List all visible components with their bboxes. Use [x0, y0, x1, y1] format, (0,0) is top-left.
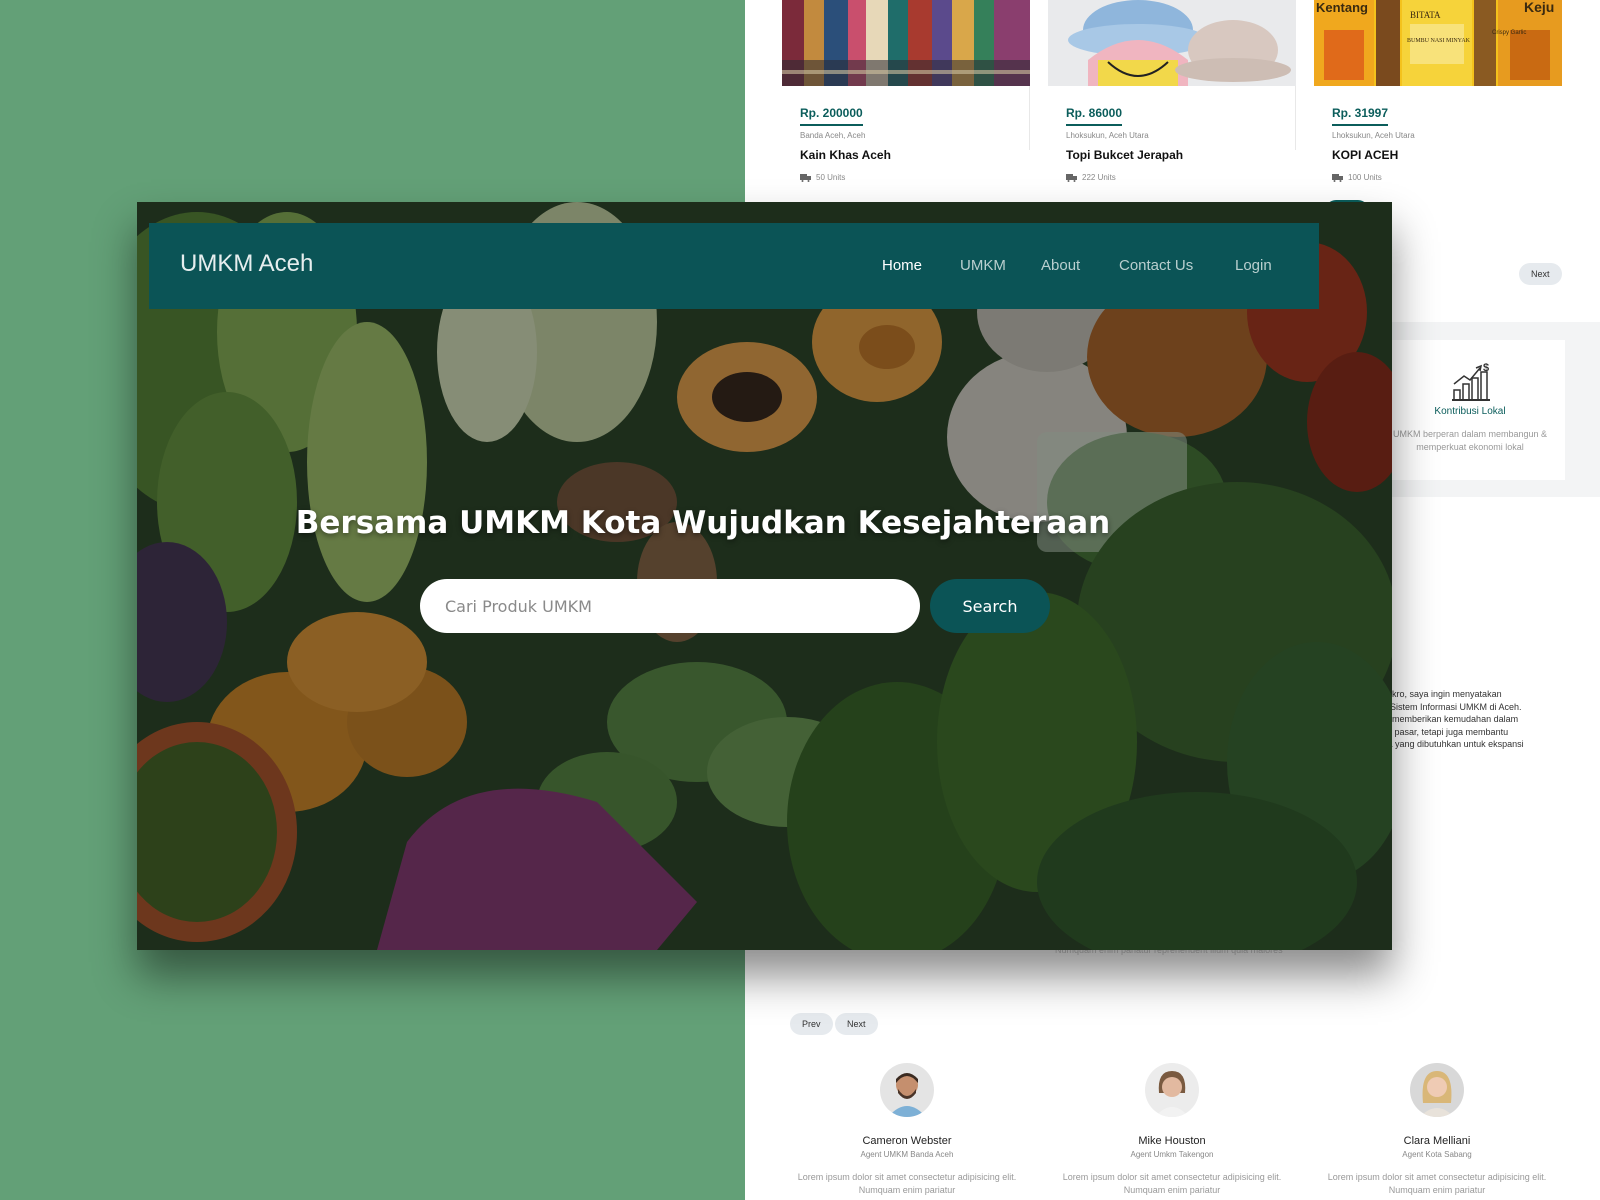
search-button[interactable]: Search	[930, 579, 1050, 633]
agent-role: Agent Kota Sabang	[1402, 1150, 1472, 1159]
agent-description: Lorem ipsum dolor sit amet consectetur a…	[797, 1172, 1017, 1195]
truck-icon	[800, 173, 811, 182]
testimonial-text: aha mikro, saya ingin menyatakan r atas …	[1365, 688, 1590, 751]
agent-description: Lorem ipsum dolor sit amet consectetur a…	[1062, 1172, 1282, 1195]
avatar	[1145, 1063, 1199, 1117]
svg-text:$: $	[1483, 362, 1489, 374]
nav-about[interactable]: About	[1041, 257, 1080, 274]
spice-label: BUMBU NASI MINYAK	[1407, 38, 1471, 44]
nav-login[interactable]: Login	[1235, 257, 1272, 274]
nav-home[interactable]: Home	[882, 257, 922, 274]
testimonial-line: ormasi pasar, tetapi juga membantu	[1365, 726, 1509, 737]
avatar	[880, 1063, 934, 1117]
agent-description: Lorem ipsum dolor sit amet consectetur a…	[1327, 1172, 1547, 1195]
agent-role: Agent UMKM Banda Aceh	[860, 1150, 954, 1159]
bitata-label: BITATA	[1410, 10, 1441, 20]
agent-name: Mike Houston	[1138, 1135, 1206, 1147]
brand-logo[interactable]: UMKM Aceh	[180, 250, 313, 278]
agent-name: Cameron Webster	[862, 1135, 952, 1147]
product-units: 100 Units	[1332, 173, 1382, 182]
testimonial-line: hanya memberikan kemudahan dalam	[1365, 714, 1519, 725]
product-units-label: 222 Units	[1082, 173, 1116, 182]
agent-role: Agent Umkm Takengon	[1130, 1150, 1214, 1159]
feature-title: Kontribusi Lokal	[1434, 406, 1506, 417]
agent-card: Cameron Webster Agent UMKM Banda Aceh Lo…	[797, 1063, 1017, 1197]
product-location: Lhoksukun, Aceh Utara	[1066, 131, 1149, 140]
agent-name: Clara Melliani	[1403, 1135, 1471, 1147]
truck-icon	[1066, 173, 1077, 182]
product-name[interactable]: Topi Bukcet Jerapah	[1066, 148, 1183, 162]
next-button-bottom[interactable]: Next	[835, 1013, 878, 1035]
kentang-label: Kentang	[1316, 0, 1368, 15]
product-name[interactable]: Kain Khas Aceh	[800, 148, 891, 162]
product-price: Rp. 31997	[1332, 106, 1389, 126]
product-card[interactable]: Rp. 200000 Banda Aceh, Aceh Kain Khas Ac…	[782, 0, 1030, 182]
product-price: Rp. 86000	[1066, 106, 1123, 126]
product-location: Banda Aceh, Aceh	[800, 131, 866, 140]
growth-chart-icon: $	[1452, 362, 1490, 401]
next-button-top[interactable]: Next	[1519, 263, 1562, 285]
product-image	[782, 0, 1030, 86]
product-location: Lhoksukun, Aceh Utara	[1332, 131, 1415, 140]
hero-section: UMKM Aceh Home UMKM About Contact Us Log…	[137, 202, 1392, 950]
product-units-label: 50 Units	[816, 173, 846, 182]
product-price: Rp. 200000	[800, 106, 863, 126]
search-input[interactable]	[420, 579, 920, 633]
nav-contact-us[interactable]: Contact Us	[1119, 257, 1193, 274]
navbar: UMKM Aceh Home UMKM About Contact Us Log…	[149, 223, 1319, 309]
nav-umkm[interactable]: UMKM	[960, 257, 1006, 274]
testimonial-line: aha mikro, saya ingin menyatakan	[1365, 689, 1502, 699]
prev-button[interactable]: Prev	[790, 1013, 833, 1035]
product-image: Kentang BITATA BUMBU NASI MINYAK Crispy …	[1314, 0, 1562, 86]
testimonial-line: r atas Sistem Informasi UMKM di Aceh.	[1365, 701, 1522, 712]
keju-label: Keju	[1524, 0, 1554, 15]
testimonial-line: n dana yang dibutuhkan untuk ekspansi	[1365, 739, 1524, 750]
hero-headline: Bersama UMKM Kota Wujudkan Kesejahteraan	[295, 505, 1111, 541]
crispy-label: Crispy Garlic	[1492, 30, 1526, 36]
product-image	[1048, 0, 1296, 86]
truck-icon	[1332, 173, 1343, 182]
agent-card: Clara Melliani Agent Kota Sabang Lorem i…	[1327, 1063, 1547, 1197]
product-units: 222 Units	[1066, 173, 1116, 182]
agent-card: Mike Houston Agent Umkm Takengon Lorem i…	[1062, 1063, 1282, 1197]
feature-card: $ Kontribusi Lokal UMKM berperan dalam m…	[1375, 340, 1565, 480]
product-card[interactable]: Rp. 86000 Lhoksukun, Aceh Utara Topi Buk…	[1048, 0, 1296, 182]
product-units: 50 Units	[800, 173, 845, 182]
feature-description: UMKM berperan dalam membangun & memperku…	[1392, 429, 1548, 452]
product-name[interactable]: KOPI ACEH	[1332, 148, 1398, 162]
vegetables-background-image	[137, 202, 1392, 950]
product-units-label: 100 Units	[1348, 173, 1382, 182]
avatar	[1410, 1063, 1464, 1117]
product-card[interactable]: Kentang BITATA BUMBU NASI MINYAK Crispy …	[1314, 0, 1562, 182]
